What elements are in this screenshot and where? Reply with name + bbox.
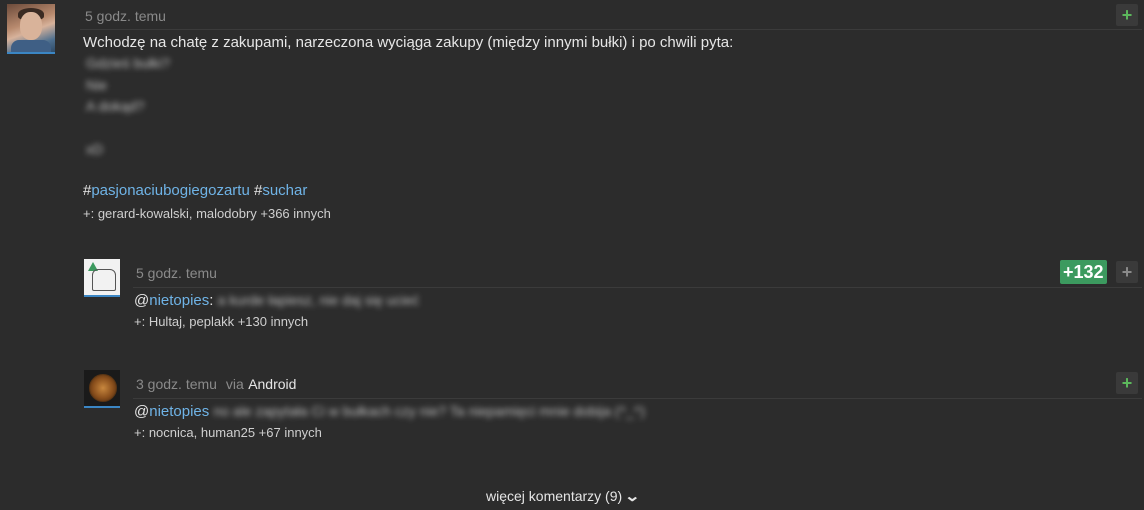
mention-link[interactable]: nietopies — [149, 403, 209, 420]
via-app-link[interactable]: Android — [248, 376, 296, 392]
comment-voters[interactable]: +: Hultaj, peplakk +130 innych — [134, 314, 308, 329]
comment-avatar[interactable] — [84, 259, 120, 297]
post-tags: #pasjonaciubogiegozartu #suchar — [83, 182, 307, 199]
more-comments-label: więcej komentarzy (9) — [486, 488, 623, 504]
comment-plus-button[interactable]: + — [1116, 261, 1138, 283]
post-header-divider — [80, 29, 1142, 30]
avatar-face — [20, 12, 42, 40]
comment-plus-button[interactable]: + — [1116, 372, 1138, 394]
avatar-sketch — [92, 269, 116, 291]
post-blurred-line-1: Gdzieś bułki? — [86, 55, 171, 71]
tag-pasjonaciubogiegozartu[interactable]: pasjonaciubogiegozartu — [91, 182, 249, 199]
post-timestamp[interactable]: 5 godz. temu — [85, 8, 166, 24]
comment-voters[interactable]: +: nocnica, human25 +67 innych — [134, 425, 322, 440]
post-blurred-line-2: Nie — [86, 77, 108, 93]
post-blurred-line-3: A dokąd? — [86, 98, 145, 114]
mention-colon: : — [209, 292, 214, 309]
post-body-text: Wchodzę na chatę z zakupami, narzeczona … — [83, 34, 734, 51]
via-label: via — [225, 376, 244, 392]
comment-blurred-text: a kurde łapiesz, nie daj się ucieć — [217, 292, 420, 308]
post-plus-button[interactable]: + — [1116, 4, 1138, 26]
comment-header-divider — [133, 398, 1142, 399]
comment-avatar[interactable] — [84, 370, 120, 408]
chevron-down-icon: ⌄ — [624, 488, 641, 505]
mention-at: @ — [134, 403, 150, 420]
comment-vote-count: +132 — [1060, 260, 1107, 284]
avatar-shirt — [11, 40, 51, 52]
tag-suchar[interactable]: suchar — [262, 182, 307, 199]
comment-meta: 3 godz. temu via Android — [136, 376, 296, 394]
post-voters[interactable]: +: gerard-kowalski, malodobry +366 innyc… — [83, 206, 331, 221]
comment-body: @nietopies no ale zapytała Ci w bułkach … — [134, 403, 645, 420]
comment-timestamp[interactable]: 3 godz. temu — [136, 376, 217, 392]
comment-blurred-text: no ale zapytała Ci w bułkach czy nie? Ta… — [213, 403, 645, 419]
comment-timestamp[interactable]: 5 godz. temu — [136, 265, 217, 281]
avatar-pie-icon — [89, 374, 117, 402]
more-comments-button[interactable]: więcej komentarzy (9) ⌄ — [486, 487, 641, 505]
comment-body: @nietopies: a kurde łapiesz, nie daj się… — [134, 292, 419, 309]
mention-link[interactable]: nietopies — [149, 292, 209, 309]
mention-at: @ — [134, 292, 150, 309]
post-blurred-line-4: xD — [86, 141, 104, 157]
comment-header-divider — [133, 287, 1142, 288]
author-avatar[interactable] — [7, 4, 55, 54]
